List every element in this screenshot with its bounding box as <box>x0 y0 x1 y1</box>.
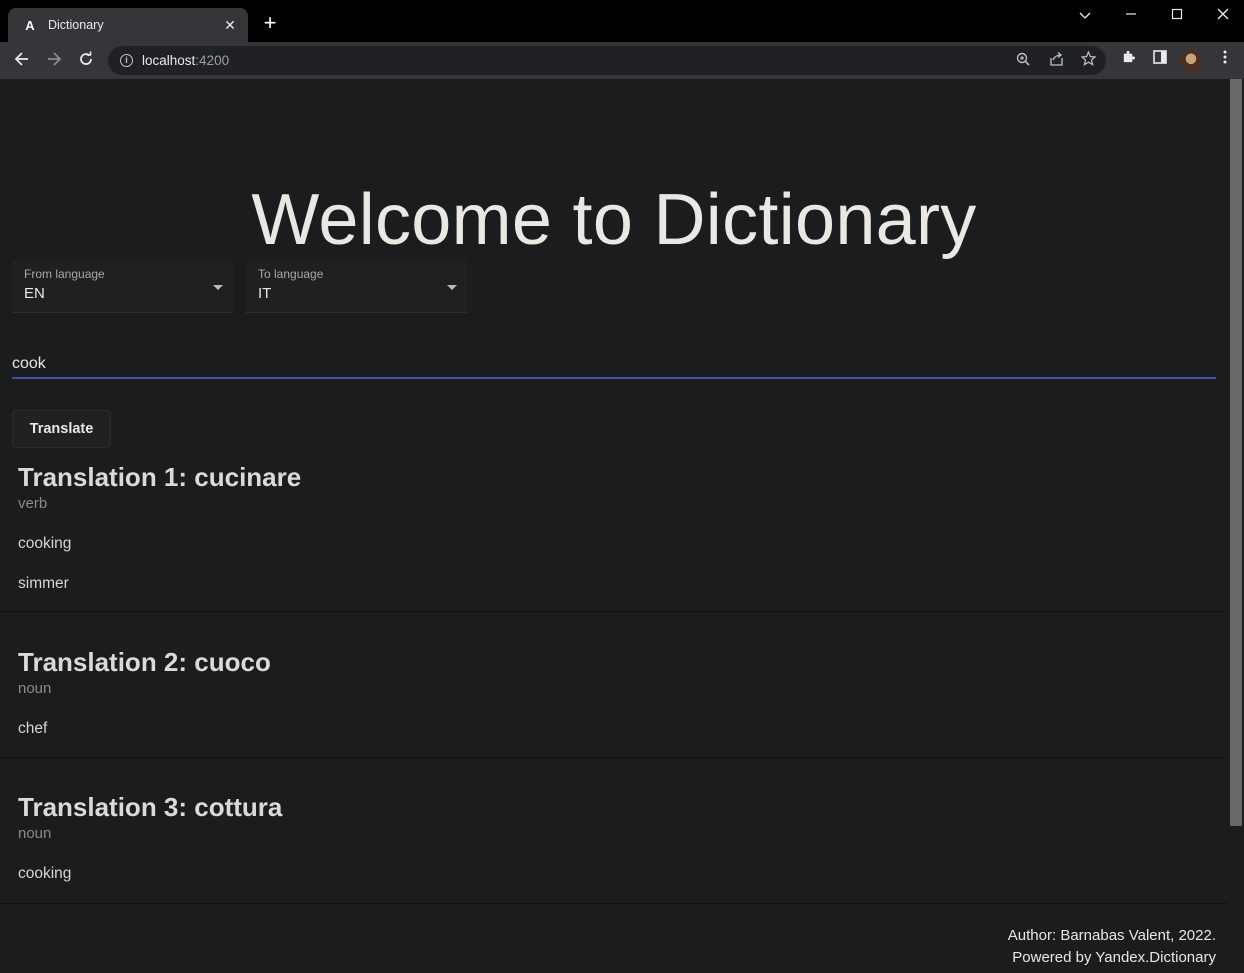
powered-by-text: Powered by Yandex.Dictionary <box>1012 949 1216 966</box>
url-text: localhost:4200 <box>142 53 229 68</box>
translation-title: Translation 2: cuoco <box>18 647 271 677</box>
maximize-icon[interactable] <box>1157 4 1197 26</box>
translation-meaning: cooking <box>18 535 72 552</box>
from-language-label: From language <box>24 267 105 281</box>
new-tab-icon[interactable]: + <box>258 12 282 36</box>
translation-title: Translation 3: cottura <box>18 792 283 822</box>
translation-title: Translation 1: cucinare <box>18 462 302 492</box>
scrollbar-thumb[interactable] <box>1230 79 1242 826</box>
browser-toolbar: i localhost:4200 <box>0 42 1244 79</box>
tab-title: Dictionary <box>48 18 104 32</box>
bookmark-star-icon[interactable] <box>1077 50 1099 72</box>
author-text: Author: Barnabas Valent, 2022. <box>1007 927 1216 944</box>
translate-button[interactable]: Translate <box>12 410 111 448</box>
dropdown-arrow-icon <box>213 285 223 290</box>
to-language-value: IT <box>258 285 272 302</box>
back-icon[interactable] <box>9 48 35 74</box>
url-port: :4200 <box>195 53 230 68</box>
reload-icon[interactable] <box>73 48 99 74</box>
translation-type: noun <box>18 825 52 842</box>
side-panel-icon[interactable] <box>1148 48 1172 72</box>
search-input[interactable] <box>12 351 1216 379</box>
translation-card: Translation 1: cucinare verb cooking sim… <box>0 456 1228 612</box>
page-content: Welcome to Dictionary From language EN T… <box>0 79 1228 973</box>
address-bar[interactable]: i localhost:4200 <box>108 46 1106 75</box>
from-language-select[interactable]: From language EN <box>12 259 233 313</box>
page-title: Welcome to Dictionary <box>251 180 977 260</box>
translation-meaning: chef <box>18 720 48 737</box>
url-host: localhost <box>142 53 196 68</box>
page-scrollbar[interactable] <box>1228 79 1244 973</box>
profile-avatar[interactable] <box>1180 50 1202 72</box>
zoom-icon[interactable] <box>1012 50 1034 72</box>
translation-meaning: simmer <box>18 575 69 592</box>
translation-card: Translation 3: cottura noun cooking <box>0 758 1228 904</box>
translation-card: Translation 2: cuoco noun chef <box>0 612 1228 758</box>
translation-meaning: cooking <box>18 865 72 882</box>
angular-favicon-icon: A <box>25 17 35 33</box>
to-language-label: To language <box>258 267 324 281</box>
browser-tab[interactable]: A Dictionary ✕ <box>8 8 248 42</box>
site-info-icon[interactable]: i <box>120 54 133 67</box>
tab-close-icon[interactable]: ✕ <box>222 17 238 34</box>
to-language-select[interactable]: To language IT <box>246 259 467 313</box>
dropdown-arrow-icon <box>447 285 457 290</box>
browser-titlebar: A Dictionary ✕ + <box>0 0 1244 42</box>
tab-search-icon[interactable] <box>1065 4 1105 26</box>
close-window-icon[interactable] <box>1203 4 1243 26</box>
more-menu-icon[interactable] <box>1213 48 1237 72</box>
minimize-icon[interactable] <box>1111 4 1151 26</box>
from-language-value: EN <box>24 285 45 302</box>
share-icon[interactable] <box>1045 50 1067 72</box>
translation-type: noun <box>18 680 52 697</box>
extensions-icon[interactable] <box>1116 48 1140 72</box>
translation-type: verb <box>18 495 48 512</box>
forward-icon[interactable] <box>41 48 67 74</box>
